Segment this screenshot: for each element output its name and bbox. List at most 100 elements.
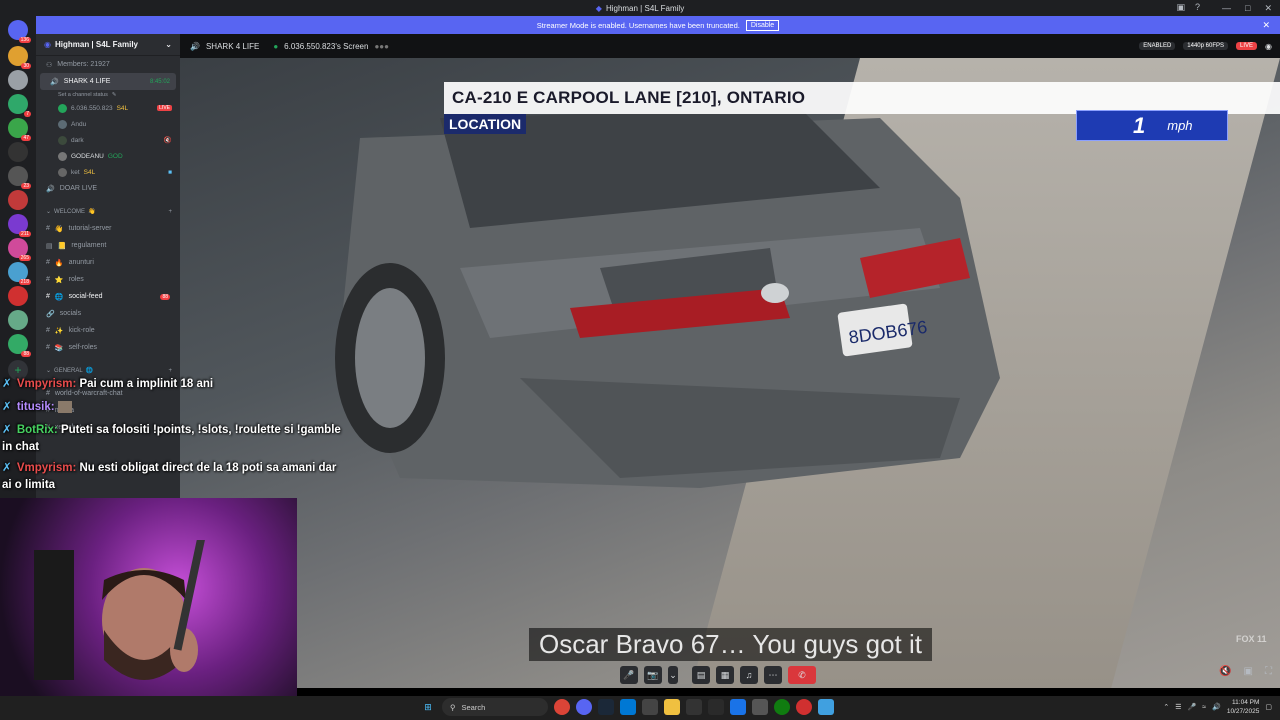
chrome-icon[interactable] <box>554 699 570 715</box>
server-icon[interactable] <box>8 142 28 162</box>
speaker-icon: 🔊 <box>46 185 55 193</box>
start-button[interactable]: ⊞ <box>420 699 436 715</box>
app-icon[interactable] <box>642 699 658 715</box>
channel-anunturi[interactable]: # 🔥 anunturi <box>36 254 180 271</box>
app-icon[interactable] <box>752 699 768 715</box>
inbox-icon[interactable]: ▣ <box>1176 2 1185 13</box>
app-icon[interactable] <box>818 699 834 715</box>
mute-button[interactable]: 🎤 <box>620 666 638 684</box>
stream-chat-overlay: ✗ Vmpyrism: Pai cum a implinit 18 ani ✗ … <box>2 376 342 494</box>
mic-icon[interactable]: 🎤 <box>1188 703 1197 711</box>
quality-badge[interactable]: 1440p 60FPS <box>1183 42 1228 50</box>
chat-message: ✗ Vmpyrism: Pai cum a implinit 18 ani <box>2 376 342 393</box>
voice-channel-doar-live[interactable]: 🔊 DOAR LIVE <box>36 180 180 197</box>
server-icon[interactable] <box>8 70 28 90</box>
add-channel-icon[interactable]: + <box>168 368 172 374</box>
close-window-button[interactable]: ✕ <box>1264 3 1272 14</box>
server-icon[interactable]: 88 <box>8 334 31 357</box>
channel-socials[interactable]: 🔗 socials <box>36 305 180 322</box>
tray-chevron-icon[interactable]: ⌃ <box>1163 703 1169 711</box>
popout-icon[interactable]: ▣ <box>1244 666 1253 677</box>
network-icon[interactable]: ☰ <box>1175 703 1181 711</box>
server-badge: 218 <box>18 279 31 285</box>
screen-share-button[interactable]: ▤ <box>692 666 710 684</box>
server-icon[interactable]: 265 <box>8 238 31 261</box>
voice-user[interactable]: GODEANU GOD <box>36 148 180 164</box>
discord-taskbar-icon[interactable] <box>576 699 592 715</box>
app-icon[interactable] <box>796 699 812 715</box>
window-title-text: Highman | S4L Family <box>605 3 685 13</box>
channel-regulament[interactable]: ▤ 📒 regulament <box>36 237 180 254</box>
server-icon[interactable] <box>8 286 28 306</box>
server-icon-home[interactable]: 136 <box>8 20 31 43</box>
help-icon[interactable]: ? <box>1195 2 1200 13</box>
wifi-icon[interactable]: ≈ <box>1202 704 1206 711</box>
voice-user[interactable]: ket S4L ■ <box>36 164 180 180</box>
channel-kick-role[interactable]: # ✨ kick-role <box>36 322 180 339</box>
stream-channel-name[interactable]: SHARK 4 LIFE <box>206 42 259 51</box>
server-icon[interactable]: 218 <box>8 262 31 285</box>
voice-user[interactable]: Andu <box>36 116 180 132</box>
steam-icon[interactable] <box>598 699 614 715</box>
stream-video[interactable]: 8DOB676 CA-210 E CARPOOL LANE [210], ONT… <box>180 58 1280 688</box>
voice-user[interactable]: 6.036.550.823 S4L LIVE <box>36 100 180 116</box>
app-icon[interactable] <box>730 699 746 715</box>
chevron-down-icon: ⌄ <box>165 40 172 49</box>
soundboard-button[interactable]: ♫ <box>740 666 758 684</box>
chat-username: titusik: <box>16 401 55 413</box>
chat-username: BotRix: <box>16 424 58 436</box>
wave-icon: 👋 <box>88 209 96 215</box>
channel-name: regulament <box>71 242 107 249</box>
taskbar-search[interactable]: ⚲ Search <box>442 698 548 716</box>
viewer-avatars: ●●● <box>374 41 389 51</box>
fire-emoji-icon: 🔥 <box>54 259 64 267</box>
server-icon[interactable] <box>8 310 28 330</box>
vscode-icon[interactable] <box>620 699 636 715</box>
channel-self-roles[interactable]: # 📚 self-roles <box>36 339 180 356</box>
channel-social-feed[interactable]: # 🌐 social-feed 88 <box>36 288 180 305</box>
files-icon[interactable] <box>664 699 680 715</box>
voice-channel-shark[interactable]: 🔊 SHARK 4 LIFE 8:45:02 <box>40 73 176 90</box>
channel-roles[interactable]: # ⭐ roles <box>36 271 180 288</box>
members-channel[interactable]: ⚇ Members: 21927 <box>36 56 180 73</box>
camera-button[interactable]: 📷 <box>644 666 662 684</box>
fullscreen-icon[interactable]: ⛶ <box>1265 666 1272 677</box>
category-welcome[interactable]: ⌄ WELCOME 👋 + <box>36 203 180 220</box>
server-icon[interactable]: 30 <box>8 46 31 69</box>
chat-icon[interactable]: ◉ <box>1265 42 1272 51</box>
channel-status[interactable]: Set a channel status ✎ <box>36 90 180 100</box>
server-badge: 88 <box>21 351 31 357</box>
speaker-icon: 🔊 <box>190 41 200 51</box>
volume-icon[interactable]: 🔊 <box>1212 703 1221 711</box>
chat-message: ✗ titusik: <box>2 399 342 416</box>
maximize-button[interactable]: □ <box>1245 3 1250 13</box>
server-icon[interactable]: 211 <box>8 214 31 237</box>
taskbar-clock[interactable]: 11:04 PM 10/27/2025 <box>1227 698 1260 716</box>
server-icon[interactable]: 47 <box>8 118 31 141</box>
minimize-button[interactable]: — <box>1222 3 1231 13</box>
disconnect-button[interactable]: ✆ <box>788 666 816 684</box>
sword-icon: ✗ <box>2 401 12 413</box>
server-header[interactable]: ◉ Highman | S4L Family ⌄ <box>36 34 180 56</box>
app-icon[interactable] <box>708 699 724 715</box>
add-channel-icon[interactable]: + <box>168 209 172 215</box>
video-toolbar: 🔇 ▣ ⛶ <box>1219 666 1272 677</box>
speed-value: 1 <box>1133 112 1146 138</box>
server-badge: 136 <box>18 37 31 43</box>
close-banner-icon[interactable]: ✕ <box>1262 20 1270 31</box>
server-icon[interactable]: 23 <box>8 166 31 189</box>
voice-user[interactable]: dark 🔇 <box>36 132 180 148</box>
activities-button[interactable]: ▦ <box>716 666 734 684</box>
disable-streamer-button[interactable]: Disable <box>745 19 780 31</box>
server-icon[interactable] <box>8 190 28 210</box>
options-chevron-icon[interactable]: ⌄ <box>668 666 678 684</box>
notification-icon[interactable]: ▢ <box>1265 703 1272 711</box>
server-icon[interactable]: 7 <box>8 94 31 117</box>
chat-username: Vmpyrism: <box>16 378 77 390</box>
xbox-icon[interactable] <box>774 699 790 715</box>
streamer-mode-banner: Streamer Mode is enabled. Usernames have… <box>36 16 1280 34</box>
volume-muted-icon[interactable]: 🔇 <box>1219 666 1231 677</box>
channel-tutorial-server[interactable]: # 👋 tutorial-server <box>36 220 180 237</box>
app-icon[interactable] <box>686 699 702 715</box>
more-options-icon[interactable]: ⋯ <box>764 666 782 684</box>
